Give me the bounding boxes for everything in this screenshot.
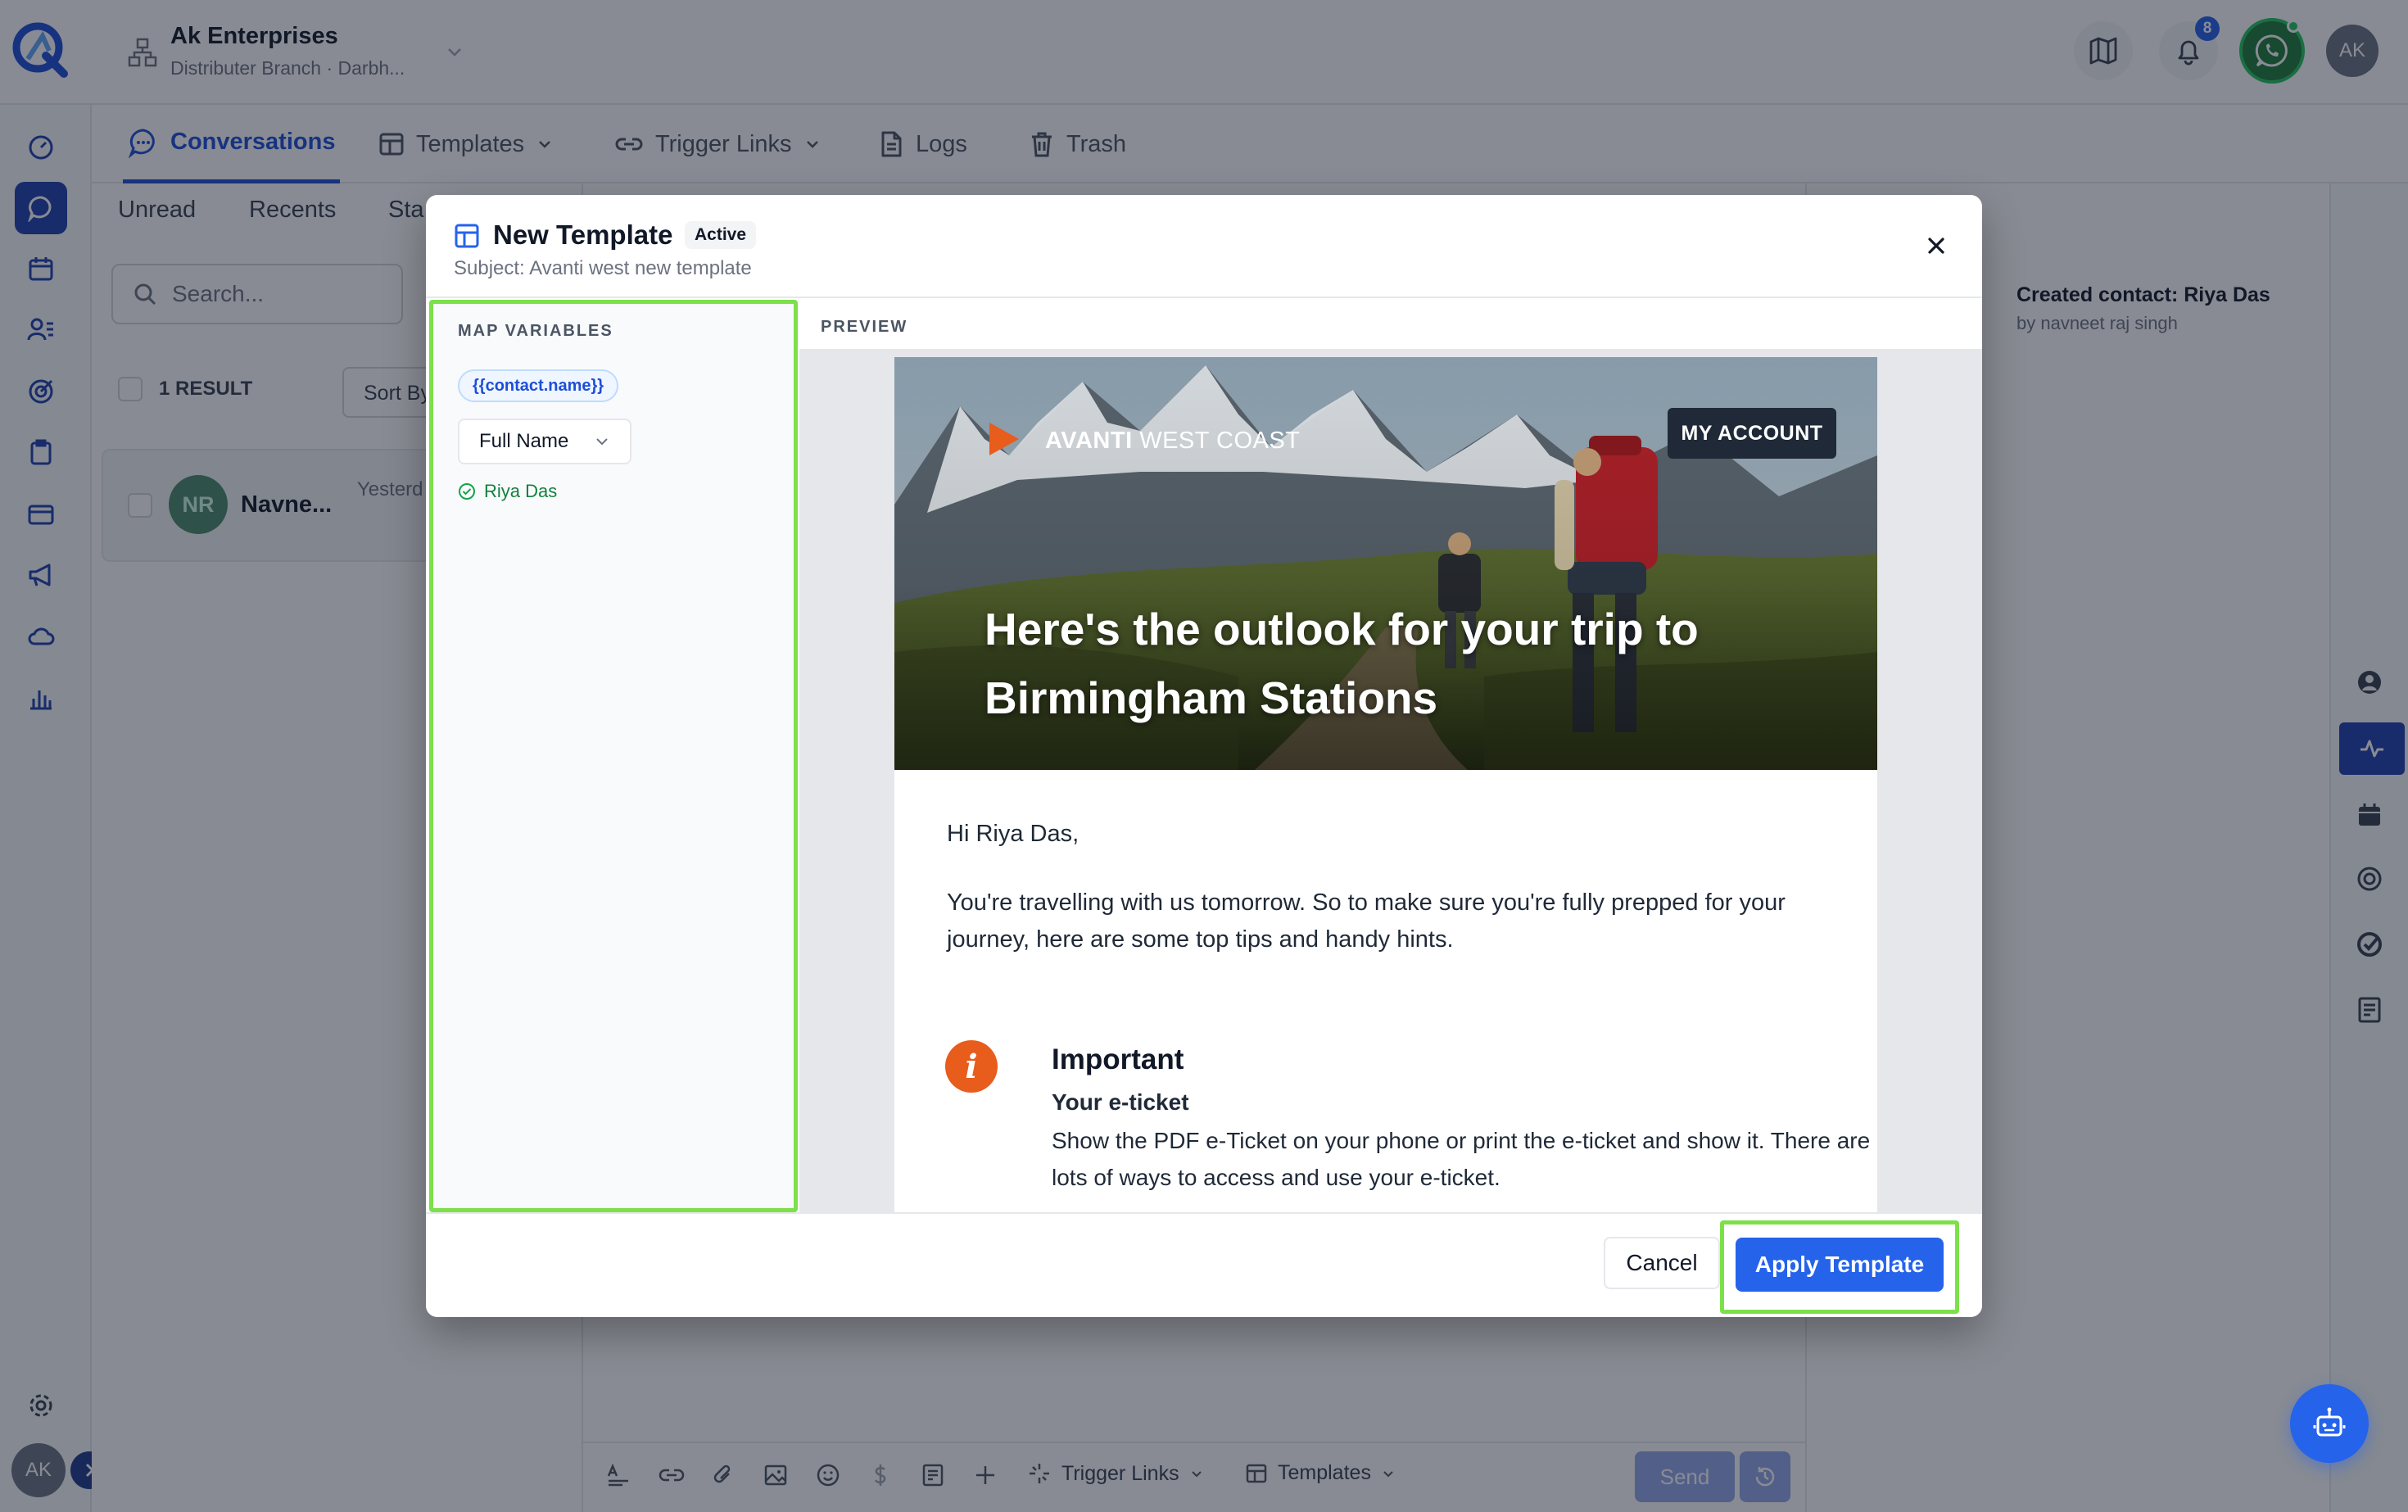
important-subtitle: Your e-ticket — [1052, 1089, 1189, 1115]
preview-header: PREVIEW — [799, 298, 1982, 351]
modal-title: New Template — [493, 220, 673, 250]
chevron-down-icon — [596, 438, 608, 446]
modal-header: New Template Active Subject: Avanti west… — [426, 195, 1982, 298]
important-body: Show the PDF e-Ticket on your phone or p… — [1052, 1128, 1871, 1190]
cancel-button[interactable]: Cancel — [1604, 1237, 1720, 1289]
brand-name-bold: AVANTI — [1045, 428, 1133, 454]
variable-resolved-value: Riya Das — [458, 481, 557, 502]
new-template-modal: New Template Active Subject: Avanti west… — [426, 195, 1982, 1317]
modal-subject: Subject: Avanti west new template — [454, 257, 752, 279]
variable-field-value: Full Name — [479, 430, 569, 452]
variable-tag: {{contact.name}} — [458, 369, 619, 402]
apply-template-highlight: Apply Template — [1720, 1220, 1959, 1314]
modal-footer: Cancel Apply Template — [426, 1212, 1982, 1317]
check-circle-icon — [459, 483, 475, 500]
info-icon: i — [945, 1040, 998, 1093]
map-variables-title: MAP VARIABLES — [458, 322, 613, 340]
hero-title: Here's the outlook for your trip to Birm… — [984, 604, 1699, 723]
close-icon — [1928, 238, 1944, 254]
important-title: Important — [1052, 1043, 1184, 1075]
my-account-button[interactable]: MY ACCOUNT — [1668, 408, 1836, 459]
variable-field-select[interactable]: Full Name — [458, 419, 631, 464]
map-variables-panel: MAP VARIABLES {{contact.name}} Full Name… — [429, 300, 798, 1212]
preview-panel[interactable]: PREVIEW AVANTI WEST COAST MY ACCOUNT Her… — [799, 298, 1982, 1212]
template-icon — [455, 224, 479, 248]
status-badge: Active — [685, 221, 757, 249]
email-intro: You're travelling with us tomorrow. So t… — [947, 890, 1786, 953]
assistant-bot-button[interactable] — [2290, 1384, 2369, 1463]
brand-name: AVANTI WEST COAST — [1045, 428, 1300, 455]
brand-name-rest: WEST COAST — [1132, 428, 1301, 454]
email-preview: AVANTI WEST COAST MY ACCOUNT Here's the … — [894, 357, 1877, 1212]
preview-label: PREVIEW — [821, 318, 908, 336]
email-greeting: Hi Riya Das, — [947, 821, 1080, 847]
robot-icon — [2313, 1407, 2346, 1437]
hero-image: AVANTI WEST COAST MY ACCOUNT Here's the … — [894, 357, 1877, 770]
close-button[interactable] — [1917, 226, 1956, 265]
variable-resolved-text: Riya Das — [484, 481, 558, 501]
brand-play-logo-icon — [989, 423, 1019, 455]
apply-template-button[interactable]: Apply Template — [1736, 1238, 1944, 1292]
